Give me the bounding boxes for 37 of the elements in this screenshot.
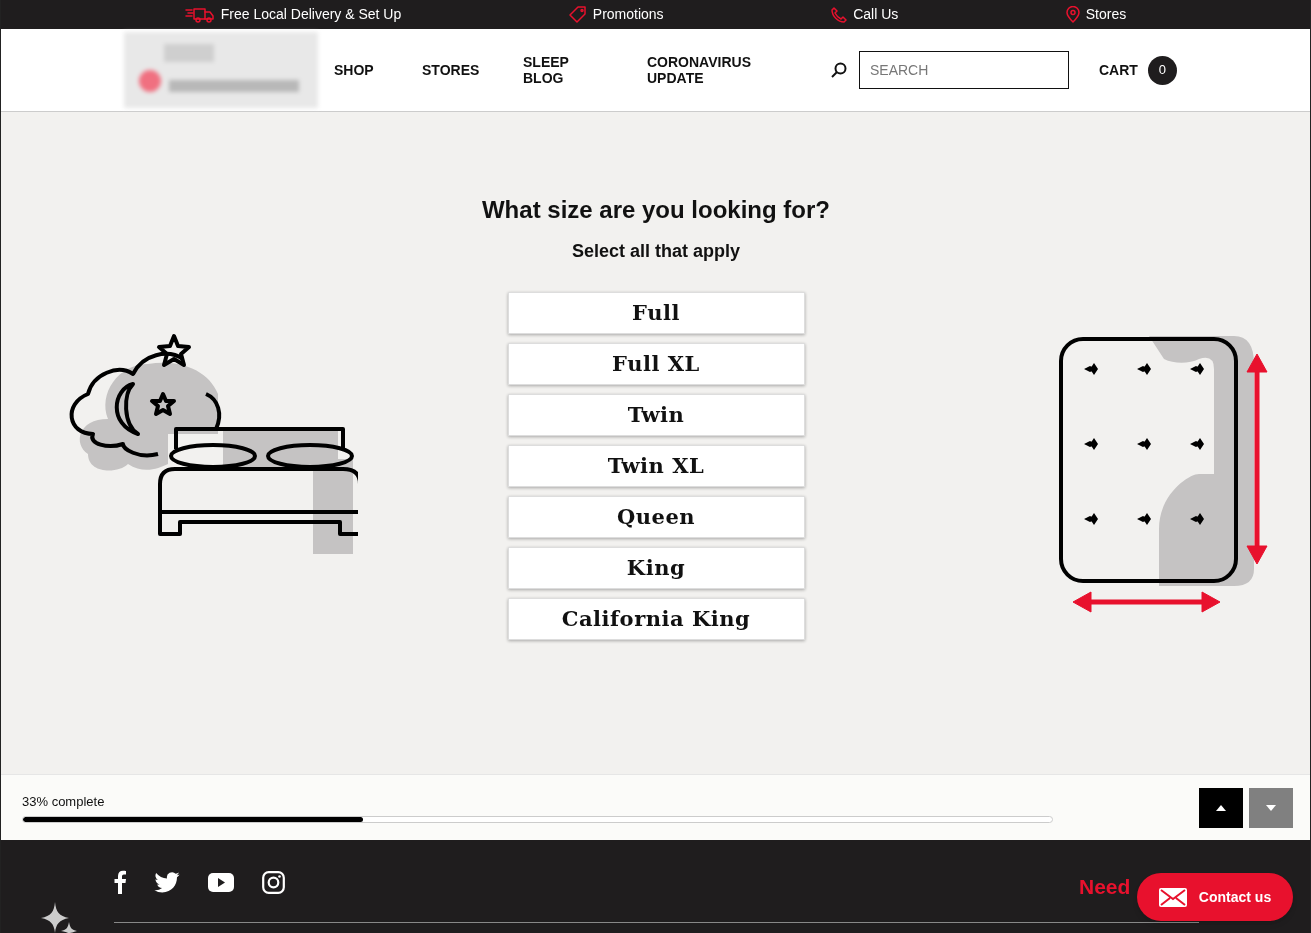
search-icon[interactable] [831,62,847,78]
nav-link[interactable]: SLEEP BLOG [523,54,598,86]
caret-up-icon [1216,804,1226,811]
progress-label: 33% complete [22,793,106,812]
instagram-icon[interactable] [262,870,285,894]
footer-heading: Need [1079,874,1131,900]
size-option-button[interactable]: Twin [507,394,805,436]
size-option-button[interactable]: Queen [507,496,805,538]
next-button[interactable] [1249,787,1293,828]
previous-button[interactable] [1199,787,1243,828]
question-subtitle: Select all that apply [571,240,741,263]
nav-link[interactable]: STORES [422,62,523,78]
phone-icon [831,6,848,23]
location-pin-icon [1065,6,1080,23]
size-option-button[interactable]: King [507,547,805,589]
size-option-button[interactable]: Full XL [507,343,805,385]
contact-us-button[interactable]: Contact us [1137,873,1293,921]
size-option-button[interactable]: Full [507,292,805,334]
caret-down-icon [1266,804,1276,811]
cart-link[interactable]: CART [1099,59,1138,81]
tag-icon [568,5,587,24]
size-option-button[interactable]: California King [507,598,805,640]
search-field[interactable]: SEARCH [859,51,1069,89]
top-bar-link[interactable]: Free Local Delivery & Set Up [184,4,402,25]
facebook-icon[interactable] [114,870,126,894]
top-bar-link[interactable]: Stores [1065,4,1127,25]
nav-link[interactable]: SHOP [334,62,422,78]
twitter-icon[interactable] [154,871,180,893]
envelope-icon [1158,887,1187,907]
question-title: What size are you looking for? [481,195,830,225]
youtube-icon[interactable] [208,872,234,892]
size-option-button[interactable]: Twin XL [507,445,805,487]
nav-link[interactable]: CORONAVIRUS UPDATE [647,54,767,86]
top-bar-link[interactable]: Promotions [568,4,664,25]
truck-icon [184,6,215,23]
top-bar-link[interactable]: Call Us [831,4,899,25]
cart-count-badge: 0 [1147,55,1177,85]
